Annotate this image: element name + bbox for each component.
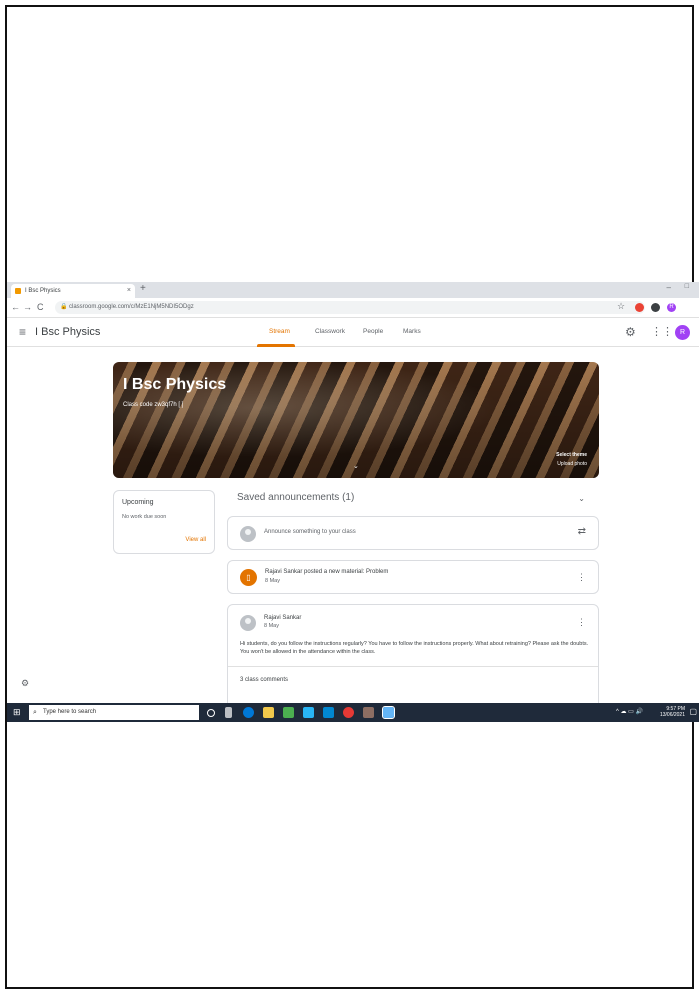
taskbar-search-placeholder: Type here to search — [43, 709, 97, 715]
main-menu-icon[interactable]: ≡ — [19, 325, 26, 339]
url-text: classroom.google.com/c/MzE1NjM5NDI5ODgz — [69, 304, 194, 310]
file-explorer-icon[interactable] — [263, 707, 274, 718]
mail-icon[interactable] — [323, 707, 334, 718]
taskbar-search-input[interactable]: ⌕ Type here to search — [29, 705, 199, 720]
windows-taskbar: ⊞ ⌕ Type here to search ^ ☁ ▭ 🔊 9:57 PM … — [7, 703, 699, 722]
avatar — [240, 526, 256, 542]
reload-icon[interactable]: C — [37, 302, 44, 312]
more-options-icon[interactable]: ⋮ — [577, 617, 586, 628]
saved-announcements-row[interactable]: Saved announcements (1) ⌄ — [229, 490, 599, 510]
browser-tab-strip: I Bsc Physics × + – □ — [7, 282, 699, 298]
more-options-icon[interactable]: ⋮ — [577, 572, 586, 583]
browser-address-bar: ← → C 🔒 classroom.google.com/c/MzE1NjM5N… — [7, 298, 699, 318]
forward-icon[interactable]: → — [23, 302, 32, 312]
class-banner: I Bsc Physics Class code zw3qf7h [ ] Sel… — [113, 362, 599, 478]
maximize-icon[interactable]: □ — [685, 283, 689, 290]
repost-icon[interactable]: ⇄ — [578, 526, 586, 537]
account-avatar[interactable]: R — [675, 325, 690, 340]
view-all-link[interactable]: View all — [185, 537, 206, 543]
chrome-icon[interactable] — [343, 707, 354, 718]
tab-stream[interactable]: Stream — [269, 328, 290, 335]
help-icon[interactable]: ⚙ — [21, 678, 29, 689]
extensions-puzzle-icon[interactable] — [651, 303, 660, 312]
cortana-icon[interactable] — [207, 709, 215, 717]
class-comments-link[interactable]: 3 class comments — [240, 677, 288, 683]
edge-icon[interactable] — [243, 707, 254, 718]
class-settings-gear-icon[interactable]: ⚙ — [625, 325, 636, 339]
app-icon[interactable] — [303, 707, 314, 718]
post-author: Rajavi Sankar — [264, 615, 302, 621]
url-field[interactable]: 🔒 classroom.google.com/c/MzE1NjM5NDI5ODg… — [55, 301, 645, 314]
browser-tab-title: I Bsc Physics — [25, 288, 61, 294]
upcoming-title: Upcoming — [122, 499, 154, 506]
banner-class-title: I Bsc Physics — [123, 376, 227, 393]
browser-tab[interactable]: I Bsc Physics × — [11, 284, 135, 298]
divider — [228, 666, 598, 667]
post-body: Hi students, do you follow the instructi… — [240, 641, 589, 655]
new-tab-button[interactable]: + — [140, 283, 146, 294]
material-icon: ▯ — [240, 569, 257, 586]
app-icon[interactable] — [283, 707, 294, 718]
search-icon: ⌕ — [33, 709, 37, 716]
tab-classwork[interactable]: Classwork — [315, 328, 345, 335]
material-date: 8 May — [265, 578, 280, 584]
saved-announcements-title: Saved announcements (1) — [237, 492, 355, 503]
browser-profile-avatar[interactable]: R — [667, 303, 676, 312]
upload-photo-link[interactable]: Upload photo — [557, 461, 587, 467]
announce-placeholder: Announce something to your class — [264, 529, 356, 535]
minimize-icon[interactable]: – — [667, 283, 671, 292]
clock-date: 13/06/2021 — [659, 712, 685, 718]
windows-start-icon[interactable]: ⊞ — [13, 707, 21, 718]
bookmark-star-icon[interactable]: ☆ — [617, 301, 625, 312]
close-tab-icon[interactable]: × — [127, 284, 131, 298]
lock-icon: 🔒 — [60, 304, 68, 310]
upcoming-text: No work due soon — [122, 514, 167, 520]
system-tray-icons[interactable]: ^ ☁ ▭ 🔊 — [616, 708, 643, 715]
classroom-favicon-icon — [15, 288, 21, 294]
tab-marks[interactable]: Marks — [403, 328, 421, 335]
upcoming-card: Upcoming No work due soon View all — [113, 490, 215, 554]
announce-box[interactable]: Announce something to your class ⇄ — [227, 516, 599, 550]
app-icon[interactable] — [363, 707, 374, 718]
tab-people[interactable]: People — [363, 328, 383, 335]
screen: I Bsc Physics × + – □ ← → C 🔒 classroom.… — [7, 282, 699, 722]
chevron-down-icon[interactable]: ⌄ — [578, 494, 585, 503]
taskbar-clock[interactable]: 9:57 PM 13/06/2021 — [660, 706, 685, 718]
class-code[interactable]: Class code zw3qf7h [ ] — [123, 402, 183, 408]
select-theme-link[interactable]: Select theme — [556, 452, 587, 458]
chevron-down-icon[interactable]: ⌄ — [353, 462, 359, 470]
google-apps-grid-icon[interactable]: ⋮⋮ — [651, 325, 673, 338]
task-view-icon[interactable] — [225, 707, 232, 718]
active-app-icon[interactable] — [382, 706, 395, 719]
classroom-header: ≡ I Bsc Physics Stream Classwork People … — [7, 319, 699, 347]
active-tab-indicator — [257, 344, 295, 347]
back-icon[interactable]: ← — [11, 302, 20, 312]
class-title[interactable]: I Bsc Physics — [35, 326, 100, 338]
avatar — [240, 615, 256, 631]
material-post[interactable]: ▯ Rajavi Sankar posted a new material: P… — [227, 560, 599, 594]
notifications-icon[interactable]: ▢ — [689, 707, 697, 716]
extension-icon[interactable] — [635, 303, 644, 312]
material-text: Rajavi Sankar posted a new material: Pro… — [265, 569, 389, 575]
post-date: 8 May — [264, 623, 279, 629]
